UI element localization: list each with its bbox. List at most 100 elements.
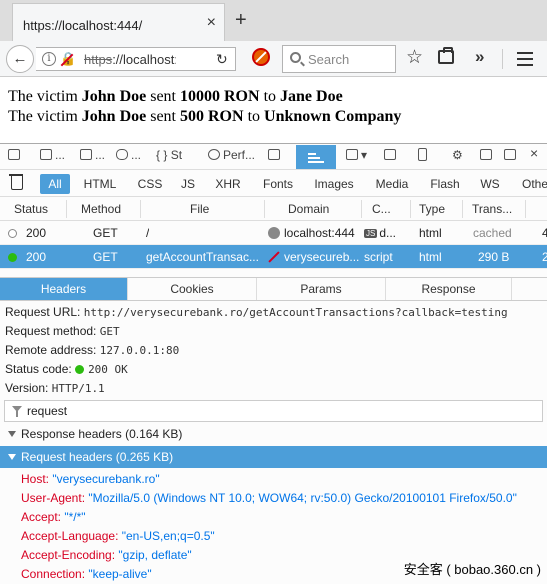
row-domain: verysecureb... [268,250,360,264]
url-scheme: https [84,52,113,67]
header-user-agent: User-Agent: "Mozilla/5.0 (Windows NT 10.… [21,491,517,505]
close-tab-icon[interactable]: × [207,14,216,32]
row-size: 4 [542,226,547,240]
request-url-row: Request URL: http://verysecurebank.ro/ge… [5,305,508,319]
filter-css[interactable]: CSS [132,174,168,194]
row-method: GET [93,250,118,264]
remote-address-row: Remote address: 127.0.0.1:80 [5,343,180,357]
tab-response[interactable]: Response [386,278,512,300]
settings-gear-icon[interactable]: ⚙ [452,148,463,166]
transaction-line-1: The victim John Doe sent 10000 RON to Ja… [8,88,343,105]
dock-side-icon[interactable] [480,148,495,166]
table-row[interactable]: 200 GET / localhost:444 JS d... html cach… [0,221,547,245]
request-detail-tabs: Headers Cookies Params Response [0,277,547,301]
devtools-toolbar: ... ... ... { } St Perf... ▾ ⚙ × [0,144,547,170]
tab-cookies[interactable]: Cookies [128,278,257,300]
filter-js[interactable]: JS [176,174,200,194]
tab-bar: https://localhost:444/ × + [0,0,547,41]
insecure-lock-icon[interactable]: 🔒 [60,51,76,67]
request-method-row: Request method: GET [5,324,120,338]
filter-media[interactable]: Media [370,174,414,194]
page-content: The victim John Doe sent 10000 RON to Ja… [8,87,401,127]
filter-all[interactable]: All [40,174,70,194]
row-type: html [419,226,442,240]
responsive-mode-icon[interactable] [418,148,430,166]
row-file: getAccountTransac... [146,250,259,264]
tab-params[interactable]: Params [257,278,386,300]
search-icon [290,52,301,63]
globe-icon [268,227,280,239]
row-cause: script [364,250,393,264]
column-cause[interactable]: C... [372,202,391,216]
tool-performance[interactable]: Perf... [208,148,255,166]
header-accept-language: Accept-Language: "en-US,en;q=0.5" [21,529,215,543]
table-row-selected[interactable]: 200 GET getAccountTransac... verysecureb… [0,245,547,269]
header-host: Host: "verysecurebank.ro" [21,472,160,486]
inspector-icon[interactable] [8,148,23,166]
network-tool-icon[interactable] [296,145,336,169]
insecure-connection-icon [268,251,280,263]
toolbar-divider [502,49,503,69]
response-headers-label: Response headers (0.164 KB) [21,427,183,441]
navigation-bar: ← i 🔒 https://localhost:444/ ↻ Search ☆ … [0,41,547,77]
back-button[interactable]: ← [6,45,34,73]
tool-debugger[interactable]: ... [80,148,105,166]
tool-more-dropdown-icon[interactable]: ▾ [346,148,367,166]
new-tab-button[interactable]: + [235,9,247,32]
remote-address-value: 127.0.0.1:80 [99,344,180,357]
expand-triangle-icon [8,431,16,437]
filter-images[interactable]: Images [308,174,360,194]
header-accept: Accept: "*/*" [21,510,86,524]
column-domain[interactable]: Domain [288,202,329,216]
search-box[interactable]: Search [282,45,396,73]
tool-storage[interactable]: { } St [156,148,182,166]
row-status: 200 [26,226,47,240]
adblock-icon[interactable] [252,48,270,66]
column-transferred[interactable]: Trans... [472,202,512,216]
filter-ws[interactable]: WS [476,174,504,194]
clear-trash-icon[interactable] [9,174,23,190]
filter-other[interactable]: Other [514,174,547,194]
bookmark-star-icon[interactable]: ☆ [406,46,423,69]
hamburger-menu-icon[interactable] [517,52,533,66]
overflow-menu-icon[interactable]: » [475,47,484,67]
transaction-line-2: The victim John Doe sent 500 RON to Unkn… [8,108,402,125]
url-host: ://localhost:444/ [112,52,176,67]
row-size: 2 [542,250,547,264]
filter-fonts[interactable]: Fonts [256,174,300,194]
request-headers-label: Request headers (0.265 KB) [21,450,174,464]
column-type[interactable]: Type [419,202,445,216]
tool-console[interactable]: ... [40,148,65,166]
headers-filter-input[interactable]: request [4,400,543,422]
tool-scratchpad-icon[interactable] [384,148,399,166]
close-devtools-icon[interactable]: × [530,145,538,163]
request-headers-section[interactable]: Request headers (0.265 KB) [0,446,547,468]
filter-html[interactable]: HTML [78,174,122,194]
response-headers-section[interactable]: Response headers (0.164 KB) [0,423,547,445]
row-domain: localhost:444 [268,226,355,240]
tab-headers[interactable]: Headers [0,278,128,300]
info-icon[interactable]: i [42,52,56,66]
filter-flash[interactable]: Flash [424,174,466,194]
expand-triangle-icon [8,454,16,460]
column-status[interactable]: Status [14,202,48,216]
separate-window-icon[interactable] [504,148,519,166]
column-method[interactable]: Method [81,202,121,216]
filter-xhr[interactable]: XHR [210,174,246,194]
filter-funnel-icon [12,406,22,417]
url-bar[interactable]: i 🔒 https://localhost:444/ ↻ [36,47,236,71]
library-icon[interactable] [438,47,454,64]
request-method-value: GET [99,325,120,338]
column-file[interactable]: File [190,202,209,216]
tool-memory-icon[interactable] [268,148,283,166]
browser-tab[interactable]: https://localhost:444/ × [12,3,225,41]
row-type: html [419,250,442,264]
tool-style-editor[interactable]: ... [116,148,141,166]
row-file: / [146,226,150,240]
url-text[interactable]: https://localhost:444/ [84,52,176,67]
status-cached-dot [8,229,17,238]
reload-icon[interactable]: ↻ [216,51,228,68]
row-status: 200 [26,250,47,264]
header-accept-encoding: Accept-Encoding: "gzip, deflate" [21,548,192,562]
version-value: HTTP/1.1 [51,382,105,395]
